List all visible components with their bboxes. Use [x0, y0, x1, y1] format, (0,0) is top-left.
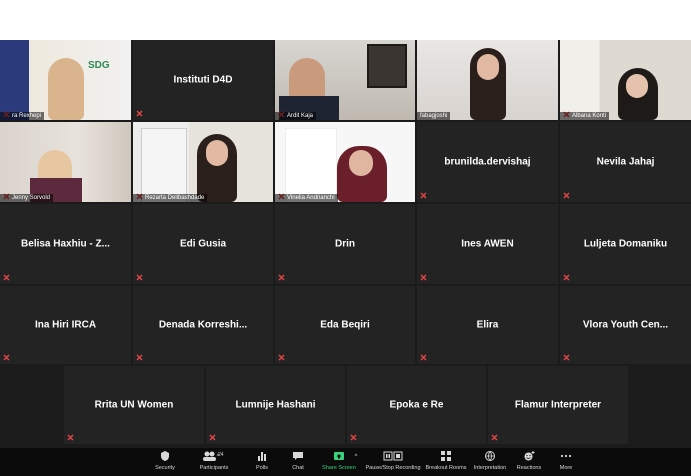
polls-label: Polls — [256, 465, 268, 471]
participant-tile[interactable]: Albana Konti — [560, 40, 691, 120]
participant-tile[interactable]: Ina Hiri IRCA — [0, 286, 131, 364]
meeting-toolbar: Security 24 Participants ^ Polls Chat Sh… — [0, 448, 691, 476]
participant-name: Ardit Kaja — [275, 112, 317, 120]
mic-muted-icon — [3, 354, 10, 361]
participant-tile[interactable]: Luljeta Domaniku — [560, 204, 691, 284]
participant-tile[interactable]: Eda Beqiri — [275, 286, 415, 364]
participant-tile[interactable]: Denada Korreshi... — [133, 286, 273, 364]
mic-muted-icon — [67, 434, 74, 441]
participant-tile[interactable]: Edi Gusia — [133, 204, 273, 284]
participant-name: fabagjoshi — [417, 112, 451, 120]
participant-name: Ines AWEN — [461, 238, 514, 250]
participant-name: Eda Beqiri — [320, 319, 370, 331]
security-label: Security — [155, 465, 175, 471]
meeting-top-bar — [0, 0, 691, 40]
mic-muted-icon — [136, 110, 143, 117]
pause-stop-recording-button[interactable]: Pause/Stop Recording — [362, 450, 424, 471]
chat-label: Chat — [292, 465, 304, 471]
share-screen-label: Share Screen — [322, 465, 356, 471]
mic-muted-icon — [136, 354, 143, 361]
mic-muted-icon — [209, 434, 216, 441]
participants-menu-chevron[interactable]: ^ — [213, 454, 223, 460]
participant-name: Rezarta Delibashdade — [133, 194, 208, 202]
participant-name: Belisa Haxhiu - Z... — [21, 238, 110, 250]
reactions-label: Reactions — [516, 465, 542, 471]
participant-tile[interactable]: Belisa Haxhiu - Z... — [0, 204, 131, 284]
participant-tile[interactable]: Jenny Sorvold — [0, 122, 131, 202]
participant-name: Vlora Youth Cen... — [582, 319, 669, 331]
mic-muted-icon — [420, 274, 427, 281]
participant-name: Drin — [335, 238, 355, 250]
mic-muted-icon — [563, 354, 570, 361]
mic-muted-icon — [420, 354, 427, 361]
participant-tile[interactable]: Rezarta Delibashdade — [133, 122, 273, 202]
participant-tile-active-speaker[interactable]: fabagjoshi — [417, 40, 558, 120]
participant-name: Instituti D4D — [173, 74, 233, 86]
mic-muted-icon — [278, 354, 285, 361]
banner-image — [141, 128, 187, 202]
participant-name: Flamur Interpreter — [514, 399, 602, 411]
participant-tile[interactable]: Flamur Interpreter — [488, 366, 628, 444]
participant-name: Elira — [476, 319, 499, 331]
share-menu-chevron[interactable]: ^ — [351, 454, 361, 460]
mic-muted-icon — [278, 274, 285, 281]
participant-tile[interactable]: brunilda.dervishaj — [417, 122, 558, 202]
participant-tile[interactable]: Drin — [275, 204, 415, 284]
participant-tile[interactable]: Epoka e Re — [347, 366, 486, 444]
security-button[interactable]: Security — [140, 450, 190, 471]
participant-name: Rrita UN Women — [94, 399, 174, 411]
participant-name: ra Rexhepi — [0, 112, 45, 120]
interpretation-label: Interpretation — [473, 465, 507, 471]
face-image — [206, 140, 228, 166]
more-button[interactable]: More — [541, 450, 591, 471]
mic-muted-icon — [563, 274, 570, 281]
participant-name: Jenny Sorvold — [0, 194, 54, 202]
mic-muted-icon — [350, 434, 357, 441]
mic-muted-icon — [420, 192, 427, 199]
participant-tile[interactable]: Rrita UN Women — [64, 366, 204, 444]
participant-name: Vinelia Andrianchi — [275, 194, 338, 202]
breakout-rooms-label: Breakout Rooms — [425, 465, 467, 471]
participant-name: Luljeta Domaniku — [583, 238, 668, 250]
participant-name: Denada Korreshi... — [158, 319, 248, 331]
participant-name: Nevila Jahaj — [596, 156, 655, 168]
participant-tile[interactable]: Ines AWEN — [417, 204, 558, 284]
gallery-view: SDG ra Rexhepi Instituti D4D Ardit Kaja … — [0, 40, 691, 448]
face-image — [349, 150, 373, 176]
participant-name: Albana Konti — [560, 112, 610, 120]
face-image — [477, 54, 499, 80]
mic-muted-icon — [3, 274, 10, 281]
participant-tile[interactable]: SDG ra Rexhepi — [0, 40, 131, 120]
participant-name: Ina Hiri IRCA — [34, 319, 97, 331]
participant-tile[interactable]: Vinelia Andrianchi — [275, 122, 415, 202]
participant-tile[interactable]: Lumnije Hashani — [206, 366, 345, 444]
participant-name: Lumnije Hashani — [235, 399, 316, 411]
pause-stop-recording-label: Pause/Stop Recording — [365, 465, 421, 471]
participant-tile[interactable]: Elira — [417, 286, 558, 364]
participant-name: brunilda.dervishaj — [444, 156, 531, 168]
pause-stop-icon — [362, 450, 424, 464]
grid-icon — [421, 450, 471, 464]
logo-image: SDG — [88, 60, 110, 71]
participant-name: Edi Gusia — [179, 238, 227, 250]
chevron-up-icon: ^ — [354, 454, 358, 460]
participants-label: Participants — [199, 465, 229, 471]
mic-muted-icon — [563, 192, 570, 199]
chevron-up-icon: ^ — [216, 454, 220, 460]
face-image — [626, 74, 648, 98]
shield-icon — [140, 450, 190, 464]
wall-portrait-image — [367, 44, 407, 88]
participant-tile[interactable]: Instituti D4D — [133, 40, 273, 120]
more-label: More — [559, 465, 573, 471]
participant-name: Epoka e Re — [389, 399, 444, 411]
mic-muted-icon — [136, 274, 143, 281]
participant-tile[interactable]: Ardit Kaja — [275, 40, 415, 120]
banner-image — [285, 128, 337, 202]
breakout-rooms-button[interactable]: Breakout Rooms — [421, 450, 471, 471]
ellipsis-icon — [541, 450, 591, 464]
participant-tile[interactable]: Nevila Jahaj — [560, 122, 691, 202]
participant-tile[interactable]: Vlora Youth Cen... — [560, 286, 691, 364]
person-silhouette — [48, 58, 84, 120]
mic-muted-icon — [491, 434, 498, 441]
